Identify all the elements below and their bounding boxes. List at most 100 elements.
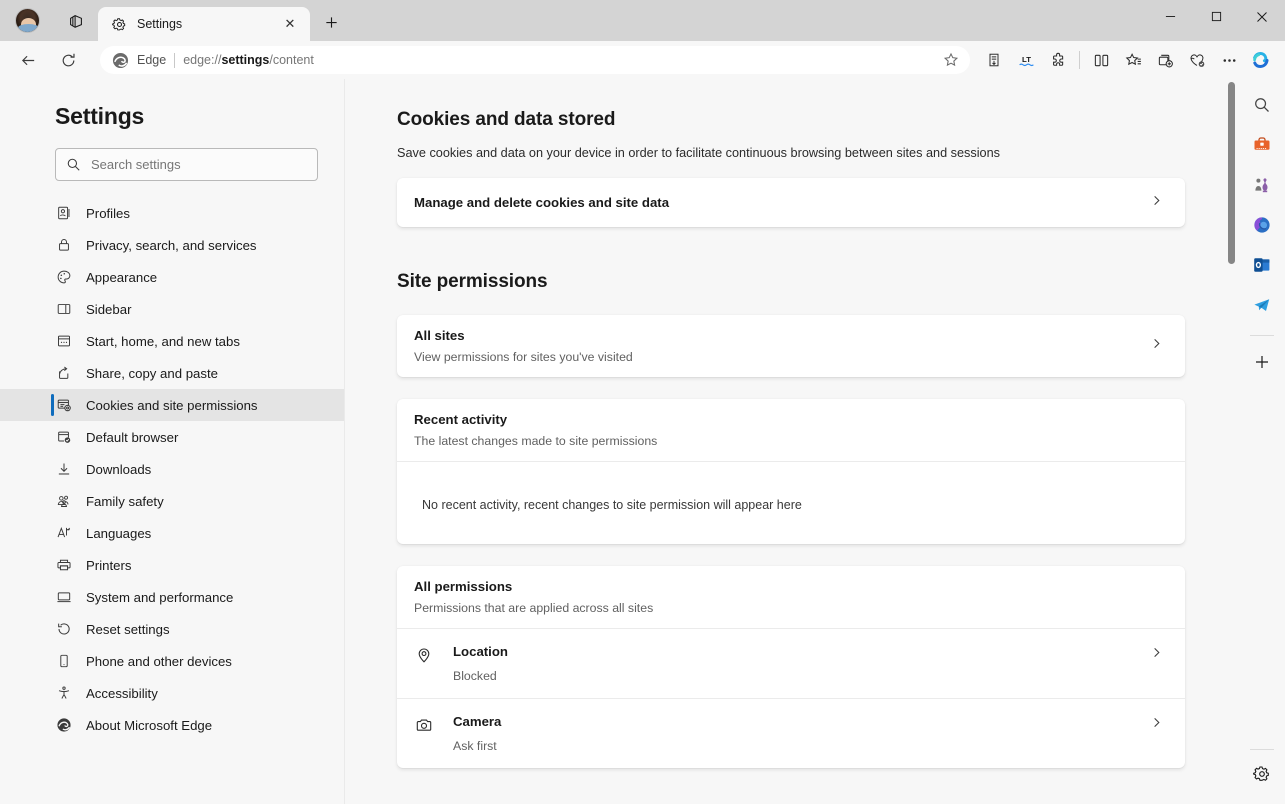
refresh-button[interactable]	[51, 45, 85, 75]
rail-games-icon[interactable]	[1246, 169, 1278, 201]
sidebar-item-label: System and performance	[86, 589, 234, 605]
rail-add-button[interactable]	[1246, 346, 1278, 378]
sidebar-item-appearance[interactable]: Appearance	[0, 261, 344, 293]
address-bar-url: edge://settings/content	[183, 53, 314, 67]
search-settings-box[interactable]	[55, 148, 318, 181]
rail-shopping-icon[interactable]	[1246, 129, 1278, 161]
site-permissions-title: Site permissions	[397, 271, 548, 292]
tab-list-icon[interactable]	[54, 0, 98, 41]
sidebar-item-profiles[interactable]: Profiles	[0, 197, 344, 229]
settings-content: Cookies and data stored Save cookies and…	[345, 79, 1239, 804]
all-sites-subtitle: View permissions for sites you've visite…	[414, 350, 633, 364]
collections-split-icon[interactable]	[978, 45, 1010, 75]
printer-icon	[55, 557, 72, 574]
settings-and-more-icon[interactable]	[1213, 45, 1245, 75]
edge-icon	[55, 717, 72, 734]
rail-telegram-icon[interactable]	[1246, 289, 1278, 321]
sidebar-item-about-microsoft-edge[interactable]: About Microsoft Edge	[0, 709, 344, 741]
minimize-button[interactable]	[1147, 0, 1193, 33]
all-sites-row[interactable]: All sites View permissions for sites you…	[397, 315, 1185, 377]
omnibox-separator	[174, 52, 176, 68]
cookies-icon	[55, 397, 72, 414]
svg-text:LT: LT	[1022, 54, 1031, 63]
sidebar-item-phone-and-other-devices[interactable]: Phone and other devices	[0, 645, 344, 677]
chevron-right-icon	[1150, 194, 1163, 212]
profiles-icon	[55, 205, 72, 222]
sidebar-item-label: Appearance	[86, 269, 158, 285]
cookies-section-description: Save cookies and data on your device in …	[397, 146, 1001, 160]
download-icon	[55, 461, 72, 478]
split-screen-icon[interactable]	[1085, 45, 1117, 75]
sidebar-item-label: Default browser	[86, 429, 179, 445]
search-input[interactable]	[91, 157, 307, 172]
location-icon	[414, 645, 433, 664]
home-icon	[55, 333, 72, 350]
sidebar-item-reset-settings[interactable]: Reset settings	[0, 613, 344, 645]
profile-button[interactable]	[0, 0, 54, 41]
sidebar-item-printers[interactable]: Printers	[0, 549, 344, 581]
back-button[interactable]	[11, 45, 45, 75]
close-button[interactable]	[1239, 0, 1285, 33]
chevron-right-icon	[1150, 337, 1163, 355]
toolbar-divider	[1079, 51, 1080, 69]
palette-icon	[55, 269, 72, 286]
maximize-button[interactable]	[1193, 0, 1239, 33]
manage-cookies-label: Manage and delete cookies and site data	[414, 195, 670, 210]
sidebar-item-start-home-and-new-tabs[interactable]: Start, home, and new tabs	[0, 325, 344, 357]
sidebar-item-label: Cookies and site permissions	[86, 397, 258, 413]
sidebar-item-sidebar[interactable]: Sidebar	[0, 293, 344, 325]
permission-row-camera[interactable]: Camera Ask first	[397, 699, 1185, 768]
address-bar[interactable]: Edge edge://settings/content	[100, 46, 970, 74]
copilot-icon[interactable]	[1245, 45, 1277, 75]
sidebar-item-privacy-search-and-services[interactable]: Privacy, search, and services	[0, 229, 344, 261]
manage-cookies-row[interactable]: Manage and delete cookies and site data	[397, 178, 1185, 227]
manage-cookies-card: Manage and delete cookies and site data	[397, 178, 1185, 227]
close-icon[interactable]: ✕	[278, 12, 302, 36]
sidebar-item-downloads[interactable]: Downloads	[0, 453, 344, 485]
sidebar-item-label: Downloads	[86, 461, 152, 477]
chevron-right-icon	[1150, 716, 1163, 734]
rail-search-icon[interactable]	[1246, 89, 1278, 121]
scrollbar-thumb[interactable]	[1228, 82, 1235, 264]
sidebar-item-default-browser[interactable]: Default browser	[0, 421, 344, 453]
extensions-icon[interactable]	[1042, 45, 1074, 75]
sidebar-item-label: Printers	[86, 557, 132, 573]
content-scrollbar[interactable]	[1226, 82, 1237, 800]
sidebar-item-label: Family safety	[86, 493, 164, 509]
new-tab-button[interactable]	[314, 5, 348, 39]
sidebar-item-label: Share, copy and paste	[86, 365, 218, 381]
page-title: Settings	[55, 103, 145, 129]
title-bar: Settings ✕	[0, 0, 1285, 41]
rail-settings-gear-icon[interactable]	[1246, 758, 1278, 790]
edge-sidebar-rail	[1239, 79, 1285, 804]
browser-essentials-icon[interactable]	[1181, 45, 1213, 75]
chevron-right-icon	[1150, 646, 1163, 664]
settings-nav-list: Profiles Privacy, search, and services A…	[0, 197, 344, 741]
permission-label: Location	[453, 644, 508, 659]
rail-divider	[1250, 749, 1274, 750]
permission-row-location[interactable]: Location Blocked	[397, 629, 1185, 698]
sidebar-item-label: Phone and other devices	[86, 653, 232, 669]
all-permissions-subtitle: Permissions that are applied across all …	[414, 601, 654, 615]
sidebar-item-languages[interactable]: Languages	[0, 517, 344, 549]
rail-outlook-icon[interactable]	[1246, 249, 1278, 281]
collections-icon[interactable]	[1149, 45, 1181, 75]
sidebar-item-label: Profiles	[86, 205, 130, 221]
favorites-icon[interactable]	[1117, 45, 1149, 75]
sidebar-item-label: Privacy, search, and services	[86, 237, 257, 253]
sidebar-item-label: About Microsoft Edge	[86, 717, 213, 733]
sidebar-item-label: Accessibility	[86, 685, 158, 701]
avatar	[14, 8, 40, 33]
immersive-reader-icon[interactable]: LT	[1010, 45, 1042, 75]
sidebar-item-accessibility[interactable]: Accessibility	[0, 677, 344, 709]
sidebar-item-cookies-and-site-permissions[interactable]: Cookies and site permissions	[0, 389, 344, 421]
omnibox-brand: Edge	[137, 53, 167, 67]
sidebar-item-label: Languages	[86, 525, 152, 541]
tab-settings[interactable]: Settings ✕	[98, 7, 310, 41]
sidebar-item-share-copy-and-paste[interactable]: Share, copy and paste	[0, 357, 344, 389]
sidebar-icon	[55, 301, 72, 318]
sidebar-item-family-safety[interactable]: Family safety	[0, 485, 344, 517]
star-icon[interactable]	[938, 47, 964, 73]
rail-microsoft-365-icon[interactable]	[1246, 209, 1278, 241]
sidebar-item-system-and-performance[interactable]: System and performance	[0, 581, 344, 613]
